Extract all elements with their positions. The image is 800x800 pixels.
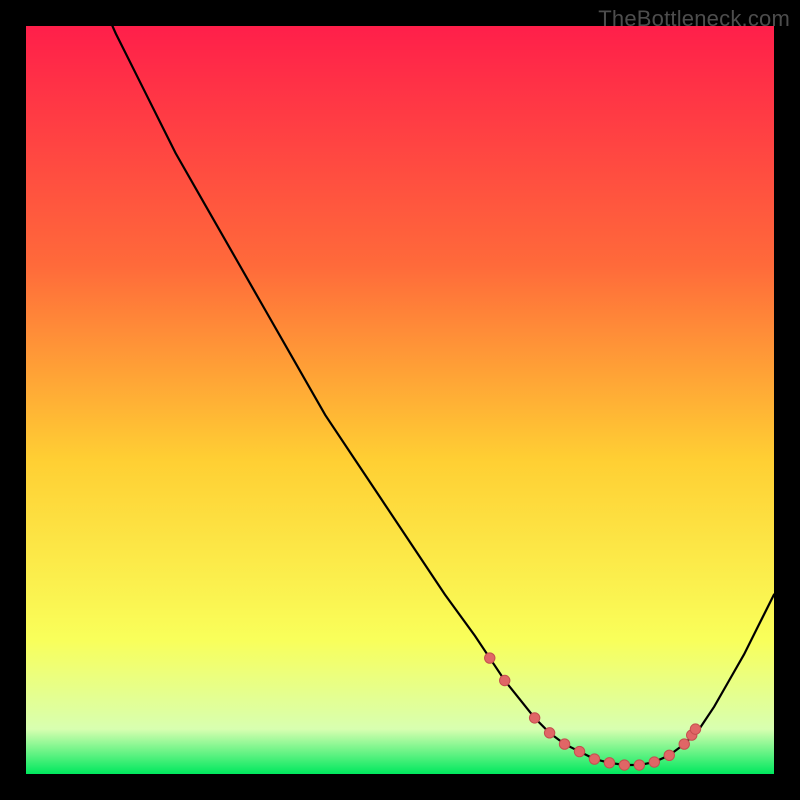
chart-frame bbox=[26, 26, 774, 774]
gradient-background bbox=[26, 26, 774, 774]
range-dot bbox=[589, 754, 599, 764]
range-dot bbox=[544, 728, 554, 738]
watermark-text: TheBottleneck.com bbox=[598, 6, 790, 32]
range-dot bbox=[604, 758, 614, 768]
range-dot bbox=[679, 739, 689, 749]
range-dot bbox=[574, 746, 584, 756]
range-dot bbox=[619, 760, 629, 770]
range-dot bbox=[649, 757, 659, 767]
range-dot bbox=[500, 675, 510, 685]
bottleneck-curve-chart bbox=[26, 26, 774, 774]
range-dot bbox=[690, 724, 700, 734]
range-dot bbox=[559, 739, 569, 749]
range-dot bbox=[664, 750, 674, 760]
range-dot bbox=[634, 760, 644, 770]
range-dot bbox=[485, 653, 495, 663]
range-dot bbox=[529, 713, 539, 723]
